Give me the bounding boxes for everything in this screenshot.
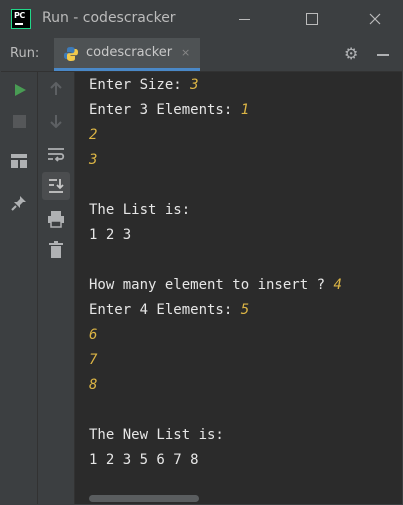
console-line: Enter 3 Elements: 1 [89, 102, 249, 122]
window-title: Run - codescracker [42, 10, 176, 26]
console-output-text: Enter 3 Elements: [89, 102, 241, 118]
console-user-input: 7 [89, 352, 98, 368]
console-output-text: Enter 4 Elements: [89, 302, 241, 318]
console-line: Enter Size: 3 [89, 77, 199, 97]
console-user-input: 2 [89, 127, 98, 143]
hide-panel-icon[interactable] [377, 54, 389, 56]
console-output-text: Enter Size: [89, 77, 191, 93]
console-output-text: 1 2 3 5 6 7 8 [89, 452, 199, 468]
console-line: Enter 4 Elements: 5 [89, 302, 249, 322]
tab-codescracker[interactable]: codescracker × [54, 38, 200, 71]
layout-icon[interactable] [11, 154, 27, 168]
run-toolbar: Run: codescracker × ⚙ [1, 38, 402, 72]
title-bar[interactable]: PC Run - codescracker [1, 1, 402, 38]
run-actions-sidebar [1, 72, 38, 504]
console-line: The List is: [89, 202, 190, 222]
console-user-input: 3 [89, 152, 98, 168]
minimize-button[interactable] [222, 1, 268, 38]
console-output-text: The List is: [89, 202, 191, 218]
close-icon [369, 13, 381, 25]
soft-wrap-icon[interactable] [47, 147, 65, 163]
horizontal-scrollbar[interactable] [89, 495, 199, 502]
console-line: 1 2 3 5 6 7 8 [89, 452, 199, 472]
close-window-button[interactable] [352, 1, 398, 38]
down-arrow-icon[interactable] [49, 114, 63, 128]
console-line: 7 [89, 352, 97, 372]
scroll-to-end-button[interactable] [42, 172, 70, 200]
console-user-input: 5 [240, 302, 250, 318]
up-arrow-icon[interactable] [49, 82, 63, 96]
console-line: The New List is: [89, 427, 224, 447]
scroll-to-end-icon [49, 179, 64, 193]
console-line: 3 [89, 152, 97, 172]
rerun-icon[interactable] [13, 83, 27, 97]
console-line: 8 [89, 377, 97, 397]
stop-icon[interactable] [13, 115, 26, 128]
pin-icon[interactable] [11, 195, 27, 211]
console-output-text: 1 2 3 [89, 227, 132, 243]
run-label: Run: [10, 46, 40, 61]
python-icon [64, 47, 78, 61]
console-output-text: The New List is: [89, 427, 224, 443]
pycharm-logo-icon: PC [11, 9, 31, 29]
console-line: 1 2 3 [89, 227, 131, 247]
console-user-input: 8 [89, 377, 98, 393]
run-window: PC Run - codescracker Run: codescracker … [0, 0, 403, 505]
trash-icon[interactable] [48, 241, 64, 259]
console-user-input: 4 [333, 277, 342, 293]
console-line: How many element to insert ? 4 [89, 277, 342, 297]
console-user-input: 1 [240, 102, 250, 118]
tab-label: codescracker [86, 45, 173, 60]
console-user-input: 3 [190, 77, 199, 93]
maximize-button[interactable] [288, 1, 334, 38]
gear-icon[interactable]: ⚙ [344, 46, 358, 62]
tab-close-button[interactable]: × [181, 46, 190, 59]
console-line: 2 [89, 127, 97, 147]
console-actions-sidebar [38, 72, 75, 504]
console-output-text: How many element to insert ? [89, 277, 334, 293]
console-line: 6 [89, 327, 97, 347]
console-user-input: 6 [89, 327, 98, 343]
print-icon[interactable] [47, 210, 65, 228]
console-output[interactable]: Enter Size: 3 Enter 3 Elements: 1 2 3 The Li… [75, 72, 402, 504]
